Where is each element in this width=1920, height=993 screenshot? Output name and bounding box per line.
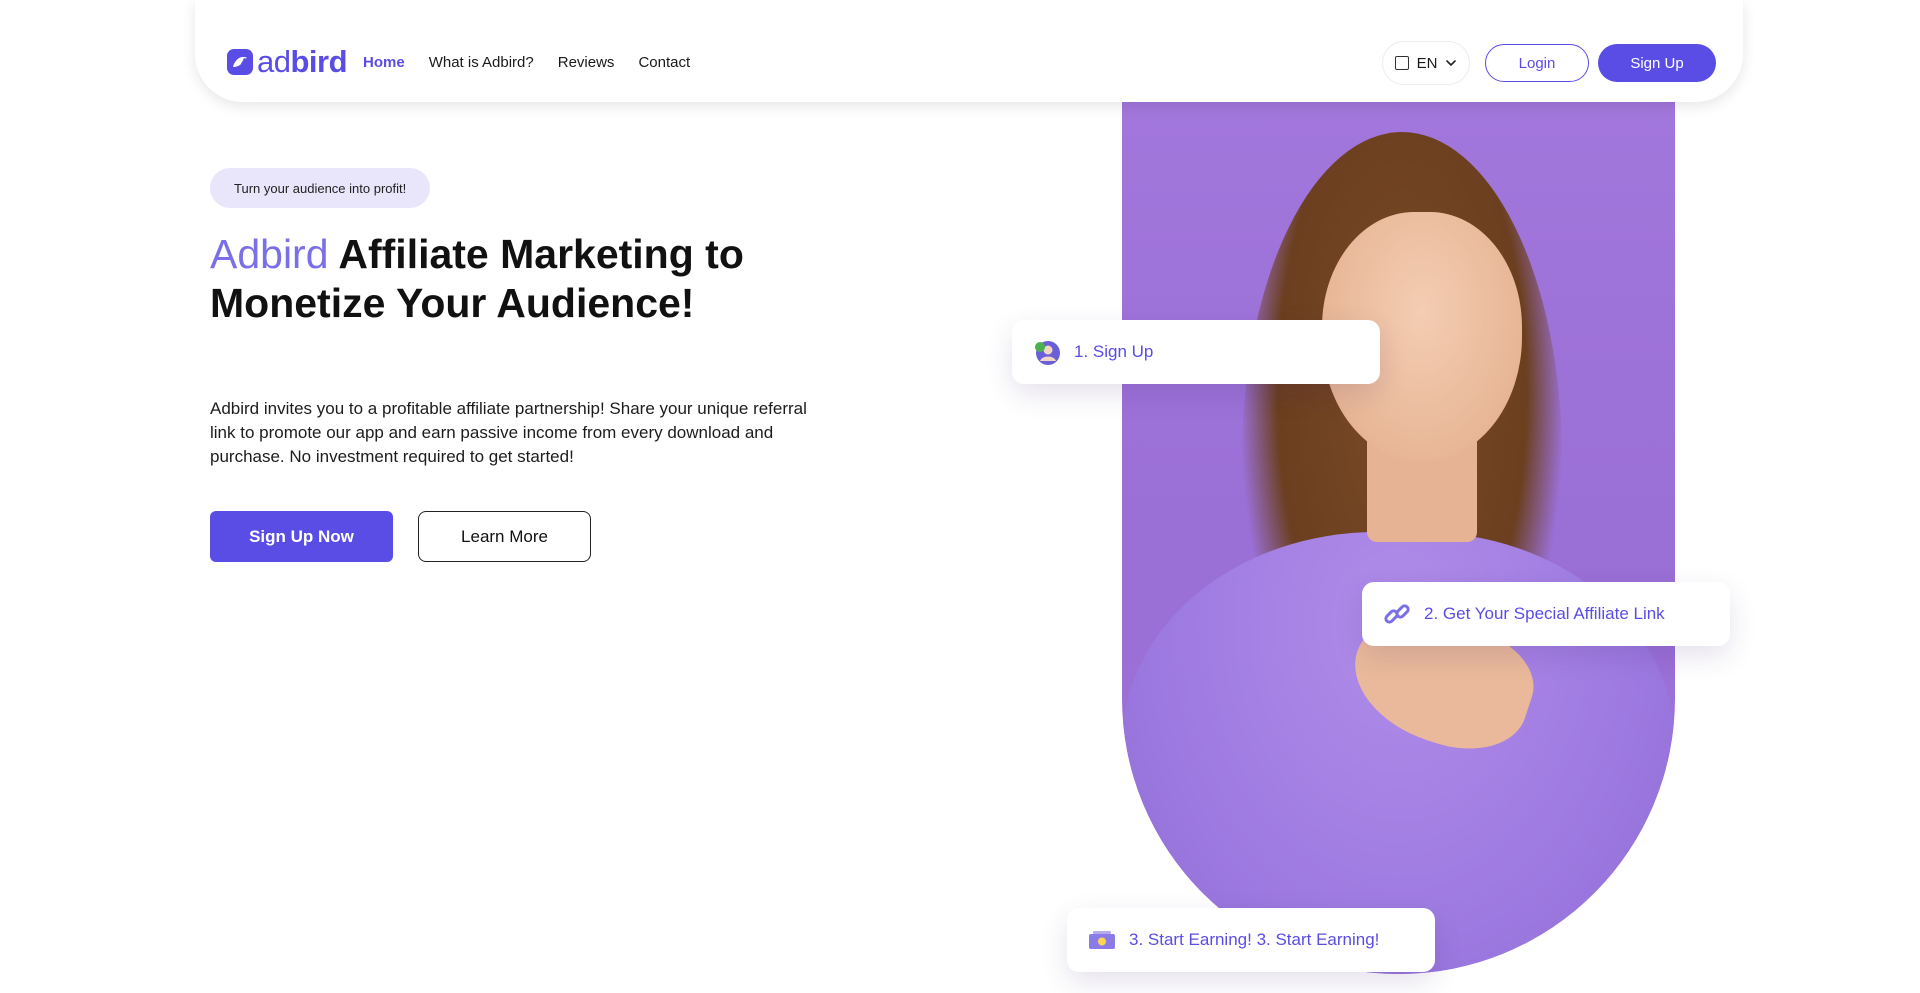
site-header: adbird Home What is Adbird? Reviews Cont… xyxy=(195,0,1743,102)
tagline-badge: Turn your audience into profit! xyxy=(210,168,431,208)
logo-wordmark: adbird xyxy=(257,44,348,79)
learn-more-button[interactable]: Learn More xyxy=(418,511,591,562)
adbird-logo[interactable]: adbird xyxy=(225,44,348,79)
step-3-label: 3. Start Earning! 3. Start Earning! xyxy=(1129,930,1380,949)
user-icon xyxy=(1035,341,1060,365)
chevron-down-icon xyxy=(1446,60,1457,67)
language-code: EN xyxy=(1416,54,1438,72)
hero-description: Adbird invites you to a profitable affil… xyxy=(210,399,807,466)
money-icon xyxy=(1089,931,1115,949)
step-card-start-earning: 3. Start Earning! 3. Start Earning! xyxy=(1067,908,1435,972)
step-card-sign-up: 1. Sign Up xyxy=(1012,320,1380,384)
signup-button[interactable]: Sign Up xyxy=(1598,44,1716,82)
step-2-label: 2. Get Your Special Affiliate Link xyxy=(1424,604,1665,623)
link-icon xyxy=(1384,604,1410,624)
headline-brand: Adbird xyxy=(210,231,329,277)
step-1-label: 1. Sign Up xyxy=(1074,342,1154,361)
login-button[interactable]: Login xyxy=(1485,44,1589,82)
sign-up-now-button[interactable]: Sign Up Now xyxy=(210,511,393,562)
flag-icon xyxy=(1394,56,1409,70)
nav-reviews[interactable]: Reviews xyxy=(558,54,615,72)
hero-photo xyxy=(1122,102,1675,974)
nav-home[interactable]: Home xyxy=(363,54,405,72)
nav-contact[interactable]: Contact xyxy=(638,54,690,72)
step-card-affiliate-link: 2. Get Your Special Affiliate Link xyxy=(1362,582,1730,646)
nav-what-is-adbird[interactable]: What is Adbird? xyxy=(429,54,534,72)
hero-headline: Adbird Affiliate Marketing to Monetize Y… xyxy=(210,230,770,328)
bird-logo-icon xyxy=(227,49,253,75)
language-selector[interactable]: EN xyxy=(1382,41,1470,85)
main-nav: Home What is Adbird? Reviews Contact xyxy=(363,54,714,72)
